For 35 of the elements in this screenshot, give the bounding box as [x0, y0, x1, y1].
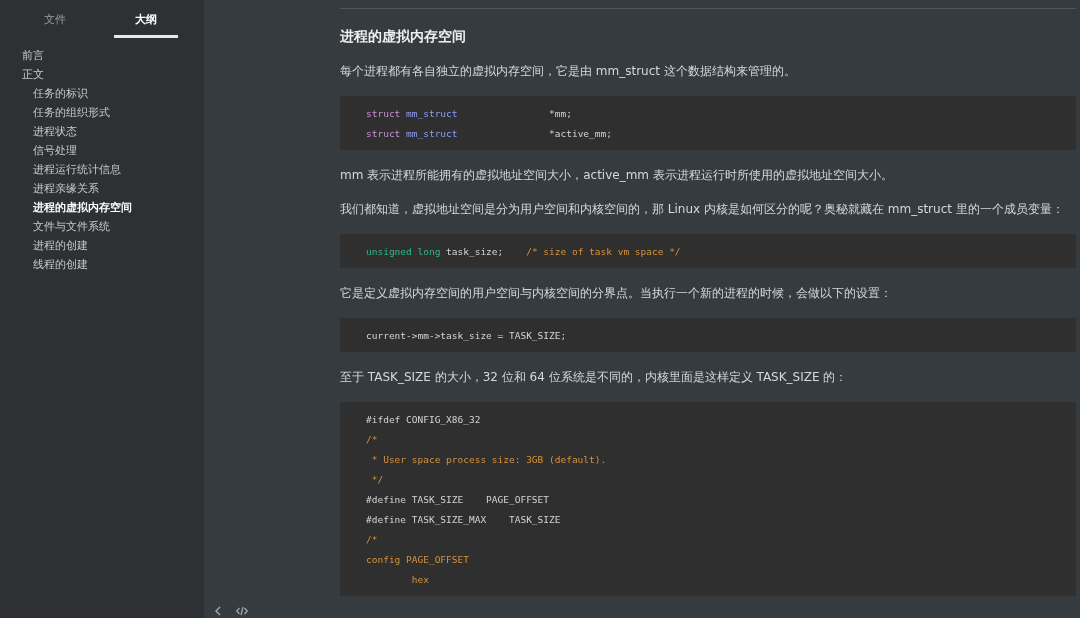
- sidebar-tab[interactable]: 大纲: [114, 8, 178, 38]
- sidebar-tab[interactable]: 文件: [18, 8, 92, 38]
- outline-item[interactable]: 进程运行统计信息: [0, 160, 204, 179]
- code-line: /*: [366, 533, 379, 547]
- paragraph: mm 表示进程所能拥有的虚拟地址空间大小，active_mm 表示进程运行时所使用的虚拟地址空间大小。: [340, 167, 894, 184]
- outline-item[interactable]: 进程状态: [0, 122, 204, 141]
- paragraph: 每个进程都有各自独立的虚拟内存空间，它是由 mm_struct 这个数据结构来管理的。: [340, 63, 797, 80]
- outline-item[interactable]: 进程的创建: [0, 236, 204, 255]
- outline-item[interactable]: 前言: [0, 46, 204, 65]
- code-line: struct mm_struct *mm;: [366, 107, 573, 121]
- code-line: #define TASK_SIZE PAGE_OFFSET: [366, 493, 551, 507]
- section-heading: 进程的虚拟内存空间: [340, 27, 467, 46]
- code-line: unsigned long task_size; /* size of task vm space */: [366, 245, 682, 259]
- code-line: #ifdef CONFIG_X86_32: [366, 413, 482, 427]
- outline-item[interactable]: 正文: [0, 65, 204, 84]
- outline-item[interactable]: 任务的组织形式: [0, 103, 204, 122]
- paragraph: 至于 TASK_SIZE 的大小，32 位和 64 位系统是不同的，内核里面是这样定义 TASK_SIZE 的：: [340, 369, 849, 386]
- code-line: hex: [410, 573, 430, 587]
- outline-item[interactable]: 线程的创建: [0, 255, 204, 274]
- outline-item[interactable]: 任务的标识: [0, 84, 204, 103]
- code-line: config PAGE_OFFSET: [366, 553, 470, 567]
- source-code-icon[interactable]: [236, 606, 248, 616]
- code-line: struct mm_struct *active_mm;: [366, 127, 613, 141]
- code-line: */: [370, 473, 385, 487]
- code-line: /*: [366, 433, 379, 447]
- paragraph: 它是定义虚拟内存空间的用户空间与内核空间的分界点。当执行一个新的进程的时候，会做以下的设置：: [340, 285, 893, 302]
- paragraph: 我们都知道，虚拟地址空间是分为用户空间和内核空间的，那 Linux 内核是如何区分的呢？奥秘就藏在 mm_struct 里的一个成员变量：: [340, 201, 1065, 218]
- outline-item[interactable]: 文件与文件系统: [0, 217, 204, 236]
- code-line: current->mm->task_size = TASK_SIZE;: [366, 329, 568, 343]
- code-line: * User space process size: 3GB (default).: [370, 453, 608, 467]
- collapse-icon[interactable]: [214, 606, 222, 616]
- code-line: #define TASK_SIZE_MAX TASK_SIZE: [366, 513, 562, 527]
- outline-item[interactable]: 信号处理: [0, 141, 204, 160]
- outline-item[interactable]: 进程亲缘关系: [0, 179, 204, 198]
- outline-item[interactable]: 进程的虚拟内存空间: [0, 198, 204, 217]
